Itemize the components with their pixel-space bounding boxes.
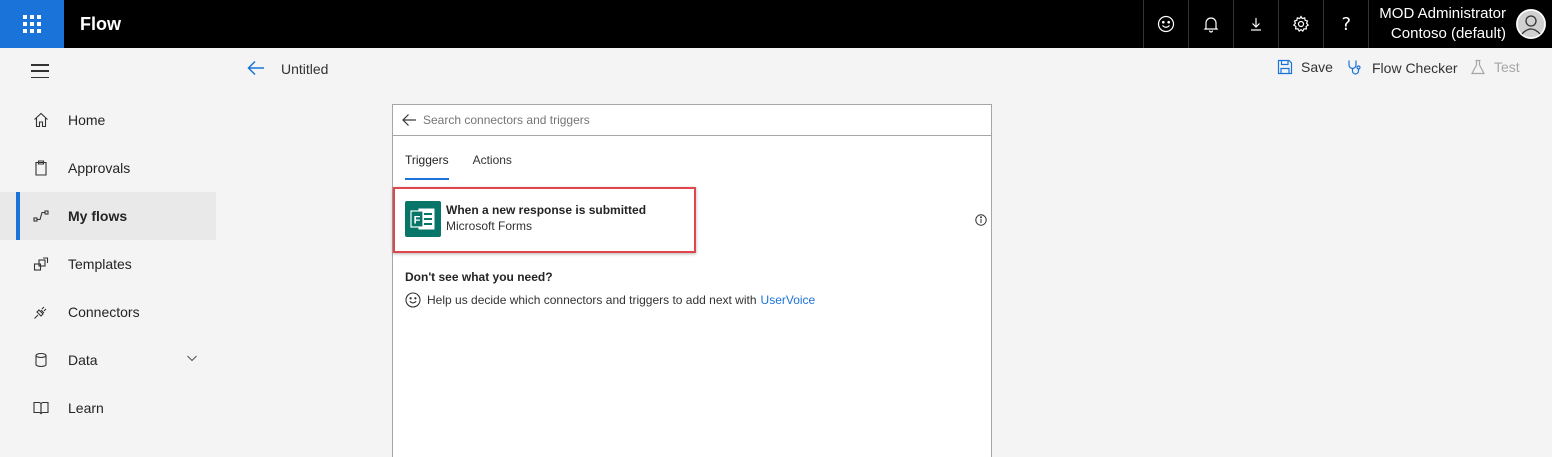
smiley-icon: [1158, 15, 1175, 33]
trigger-picker-card: Triggers Actions F When a new response i…: [392, 104, 992, 457]
help-icon: ?: [1341, 13, 1352, 35]
help-row: Help us decide which connectors and trig…: [405, 292, 815, 308]
microsoft-forms-icon: F: [405, 201, 441, 237]
settings-button[interactable]: [1278, 0, 1323, 48]
stethoscope-icon: [1348, 60, 1361, 75]
nav-label-templates: Templates: [68, 256, 132, 272]
feedback-button[interactable]: [1143, 0, 1188, 48]
nav-label-home: Home: [68, 112, 106, 128]
nav-label-my-flows: My flows: [68, 208, 128, 224]
tab-actions[interactable]: Actions: [473, 153, 512, 180]
smiley-icon: [405, 292, 421, 308]
trigger-connector-name: Microsoft Forms: [446, 219, 533, 233]
save-icon: [1277, 59, 1293, 75]
nav-label-approvals: Approvals: [68, 160, 131, 176]
search-row: [393, 105, 991, 136]
account-manager[interactable]: MOD Administrator Contoso (default): [1368, 0, 1552, 48]
download-button[interactable]: [1233, 0, 1278, 48]
app-launcher-button[interactable]: [0, 0, 64, 48]
tab-triggers[interactable]: Triggers: [405, 153, 449, 180]
tab-list: Triggers Actions: [405, 153, 536, 180]
nav-item-my-flows[interactable]: My flows: [0, 192, 216, 240]
flask-icon: [1471, 59, 1485, 75]
notifications-button[interactable]: [1188, 0, 1233, 48]
nav-label-data: Data: [68, 352, 98, 368]
flow-checker-label: Flow Checker: [1372, 60, 1458, 76]
clipboard-icon: [35, 160, 47, 176]
person-icon: [1516, 9, 1546, 39]
nav-item-connectors[interactable]: Connectors: [0, 288, 216, 336]
save-label: Save: [1301, 59, 1333, 75]
plug-icon: [34, 306, 47, 319]
save-button[interactable]: Save: [1277, 59, 1333, 75]
app-name[interactable]: Flow: [64, 0, 1143, 48]
trigger-title: When a new response is submitted: [446, 203, 647, 217]
help-text: Help us decide which connectors and trig…: [427, 293, 757, 307]
info-icon[interactable]: [975, 214, 987, 226]
user-org: Contoso (default): [1390, 25, 1506, 42]
menu-toggle-button[interactable]: [31, 64, 49, 78]
book-icon: [33, 401, 49, 415]
test-button[interactable]: Test: [1470, 59, 1520, 75]
flow-icon: [33, 210, 49, 222]
nav-item-data[interactable]: Data: [0, 336, 216, 384]
waffle-icon: [23, 15, 41, 33]
flow-title[interactable]: Untitled: [281, 61, 328, 77]
nav-label-connectors: Connectors: [68, 304, 140, 320]
nav-item-templates[interactable]: Templates: [0, 240, 216, 288]
templates-icon: [33, 257, 49, 271]
uservoice-link[interactable]: UserVoice: [761, 293, 816, 307]
left-navigation: Home Approvals My flows Templates Connec…: [0, 96, 216, 457]
top-bar: Flow ? MOD Administrator Contoso (defaul…: [0, 0, 1552, 48]
nav-item-learn[interactable]: Learn: [0, 384, 216, 432]
back-arrow-icon[interactable]: [246, 58, 266, 78]
avatar[interactable]: [1516, 9, 1546, 39]
nav-item-home[interactable]: Home: [0, 96, 216, 144]
user-name: MOD Administrator: [1379, 5, 1506, 22]
test-label: Test: [1494, 59, 1520, 75]
back-arrow-icon[interactable]: [401, 112, 417, 128]
nav-item-approvals[interactable]: Approvals: [0, 144, 216, 192]
database-icon: [35, 352, 47, 368]
search-input[interactable]: [423, 113, 983, 127]
flow-checker-button[interactable]: Flow Checker: [1346, 59, 1458, 77]
bell-icon: [1203, 17, 1219, 33]
svg-text:F: F: [414, 215, 421, 227]
home-icon: [34, 112, 48, 128]
help-button[interactable]: ?: [1323, 0, 1368, 48]
download-icon: [1251, 18, 1262, 31]
nav-label-learn: Learn: [68, 400, 104, 416]
gear-icon: [1293, 15, 1310, 33]
chevron-down-icon[interactable]: [186, 352, 198, 364]
help-heading: Don't see what you need?: [405, 270, 553, 284]
